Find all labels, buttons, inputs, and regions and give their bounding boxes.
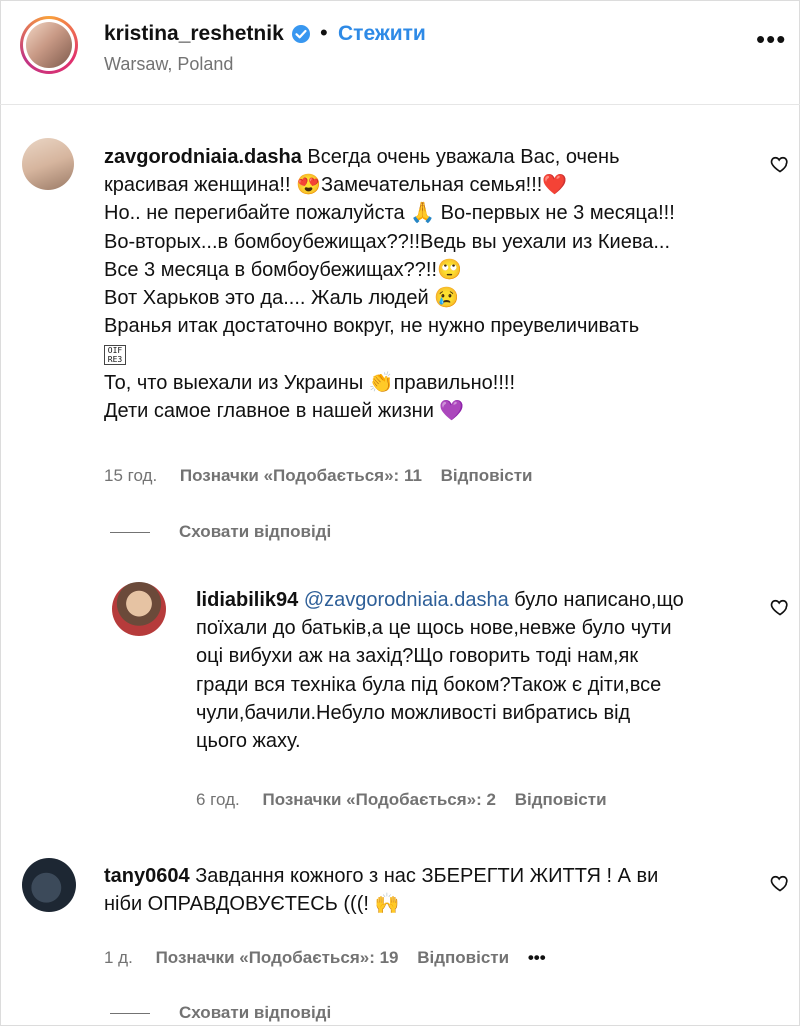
comment-username[interactable]: zavgorodniaia.dasha [104,146,302,168]
post-location[interactable]: Warsaw, Poland [104,54,233,75]
comment-body: zavgorodniaia.dasha Всегда очень уважала… [104,143,754,425]
comment-line: То, что выехали из Украины 👏правильно!!!… [104,371,516,394]
comment-line: було написано,що [514,589,684,611]
hide-replies-button[interactable]: Сховати відповіді [179,1003,331,1023]
like-heart-icon[interactable] [770,597,790,617]
comment-time[interactable]: 6 год. [196,790,240,809]
replies-divider [110,532,150,533]
commenter-avatar[interactable] [22,138,74,190]
comment-line: чули,бачили.Небуло можливості вибратись … [196,701,631,724]
commenter-avatar[interactable] [22,858,76,912]
unrenderable-glyph: OIF RE3 [104,345,126,366]
replies-divider [110,1013,150,1014]
more-options-icon[interactable]: ••• [756,26,786,52]
comment-line: Вранья итак достаточно вокруг, не нужно … [104,315,640,338]
comment-line: цього жаху. [196,730,301,753]
hide-replies-button[interactable]: Сховати відповіді [179,522,331,542]
comment-username[interactable]: tany0604 [104,865,190,887]
comment-meta: 6 год. Позначки «Подобається»: 2 Відпові… [196,790,621,810]
comment-line: гради вся техніка була під боком?Також є… [196,673,662,696]
comment-line: Все 3 месяца в бомбоубежищах??!!🙄 [104,258,462,281]
separator-dot: • [320,20,328,45]
mention-link[interactable]: @zavgorodniaia.dasha [304,589,509,611]
comment-username[interactable]: lidiabilik94 [196,589,298,611]
reply-button[interactable]: Відповісти [441,466,533,485]
comment-line: поїхали до батьків,а це щось нове,невже … [196,617,672,640]
header-username[interactable]: kristina_reshetnik [104,22,284,46]
comment-time[interactable]: 15 год. [104,466,157,485]
comment-line: красивая женщина!! 😍Замечательная семья!… [104,174,568,197]
likes-count[interactable]: Позначки «Подобається»: 2 [262,790,495,809]
comment-meta: 15 год. Позначки «Подобається»: 11 Відпо… [104,466,547,486]
profile-avatar[interactable] [20,16,78,74]
likes-count[interactable]: Позначки «Подобається»: 19 [156,948,399,967]
comment-line: Всегда очень уважала Вас, очень [307,146,620,168]
post-header: kristina_reshetnik • Стежити Warsaw, Pol… [0,0,800,105]
comment-line: Но.. не перегибайте пожалуйста 🙏 Во-перв… [104,202,675,225]
comment-line: Вот Харьков это да.... Жаль людей 😢 [104,287,460,310]
comment-body: lidiabilik94 @zavgorodniaia.dasha було н… [196,586,756,755]
reply-button[interactable]: Відповісти [417,948,509,967]
comment-line: оці вибухи аж на захід?Що говорить тоді … [196,645,639,668]
follow-button[interactable]: Стежити [338,22,426,46]
comment-line: Дети самое главное в нашей жизни 💜 [104,399,465,422]
likes-count[interactable]: Позначки «Подобається»: 11 [180,466,422,485]
comment-time[interactable]: 1 д. [104,948,133,967]
like-heart-icon[interactable] [770,873,790,893]
comment-more-icon[interactable]: ••• [528,948,546,967]
comment-line: Завдання кожного з нас ЗБЕРЕГТИ ЖИТТЯ ! … [195,865,659,887]
comment-line: Во-вторых...в бомбоубежищах??!!Ведь вы у… [104,230,671,253]
verified-badge-icon [292,25,310,43]
reply-button[interactable]: Відповісти [515,790,607,809]
comment-meta: 1 д. Позначки «Подобається»: 19 Відповіс… [104,948,560,968]
comment-line: ніби ОПРАВДОВУЄТЕСЬ (((! 🙌 [104,893,400,916]
comment-body: tany0604 Завдання кожного з нас ЗБЕРЕГТИ… [104,862,754,918]
like-heart-icon[interactable] [770,154,790,174]
commenter-avatar[interactable] [112,582,166,636]
